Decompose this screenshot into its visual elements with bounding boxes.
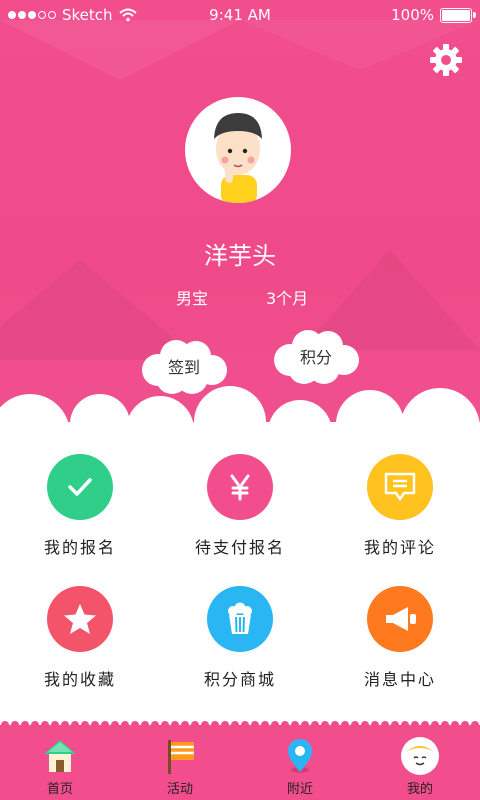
avatar[interactable] xyxy=(185,97,291,203)
grid-item-my-comments[interactable]: 我的评论 xyxy=(320,454,480,558)
battery-percent: 100% xyxy=(391,6,434,24)
check-icon xyxy=(47,454,113,520)
tab-label: 我的 xyxy=(406,782,433,797)
tab-mine[interactable]: 我的 xyxy=(360,728,480,800)
status-bar: Sketch 9:41 AM 100% xyxy=(0,0,480,32)
battery-icon xyxy=(440,7,476,23)
location-pin-icon xyxy=(288,739,312,773)
grid-item-message-center[interactable]: 消息中心 xyxy=(320,586,480,690)
grid-label: 我的收藏 xyxy=(43,670,116,689)
grid-item-my-registrations[interactable]: 我的报名 xyxy=(0,454,160,558)
tab-label: 附近 xyxy=(286,782,313,797)
profile-header: Sketch 9:41 AM 100% 洋芋头 男宝 3个月 签到 积分 xyxy=(0,0,480,430)
tab-activities[interactable]: 活动 xyxy=(120,728,240,800)
grid-label: 待支付报名 xyxy=(194,538,285,557)
comment-icon xyxy=(367,454,433,520)
tab-label: 活动 xyxy=(166,782,193,797)
tab-nearby[interactable]: 附近 xyxy=(240,728,360,800)
username: 洋芋头 xyxy=(204,242,276,270)
baby-gender: 男宝 xyxy=(176,289,209,308)
grid-item-points-mall[interactable]: 积分商城 xyxy=(160,586,320,690)
gear-icon[interactable] xyxy=(428,42,464,78)
grid-label: 我的评论 xyxy=(363,538,436,557)
baby-age: 3个月 xyxy=(266,289,309,308)
house-icon xyxy=(44,740,76,772)
yen-icon xyxy=(207,454,273,520)
popcorn-icon xyxy=(207,586,273,652)
tab-bar: 首页 活动 附近 我的 xyxy=(0,728,480,800)
grid-label: 消息中心 xyxy=(363,670,436,689)
avatar-illustration xyxy=(214,113,262,203)
grid-label: 积分商城 xyxy=(203,670,276,689)
cloud-divider xyxy=(0,386,480,430)
grid-label: 我的报名 xyxy=(43,538,116,557)
star-icon xyxy=(47,586,113,652)
megaphone-icon xyxy=(367,586,433,652)
flag-icon xyxy=(168,740,194,774)
tab-home[interactable]: 首页 xyxy=(0,728,120,800)
tab-label: 首页 xyxy=(46,782,73,797)
grid-item-my-favorites[interactable]: 我的收藏 xyxy=(0,586,160,690)
grid-item-pending-payment[interactable]: 待支付报名 xyxy=(160,454,320,558)
profile-face-icon xyxy=(401,737,439,775)
